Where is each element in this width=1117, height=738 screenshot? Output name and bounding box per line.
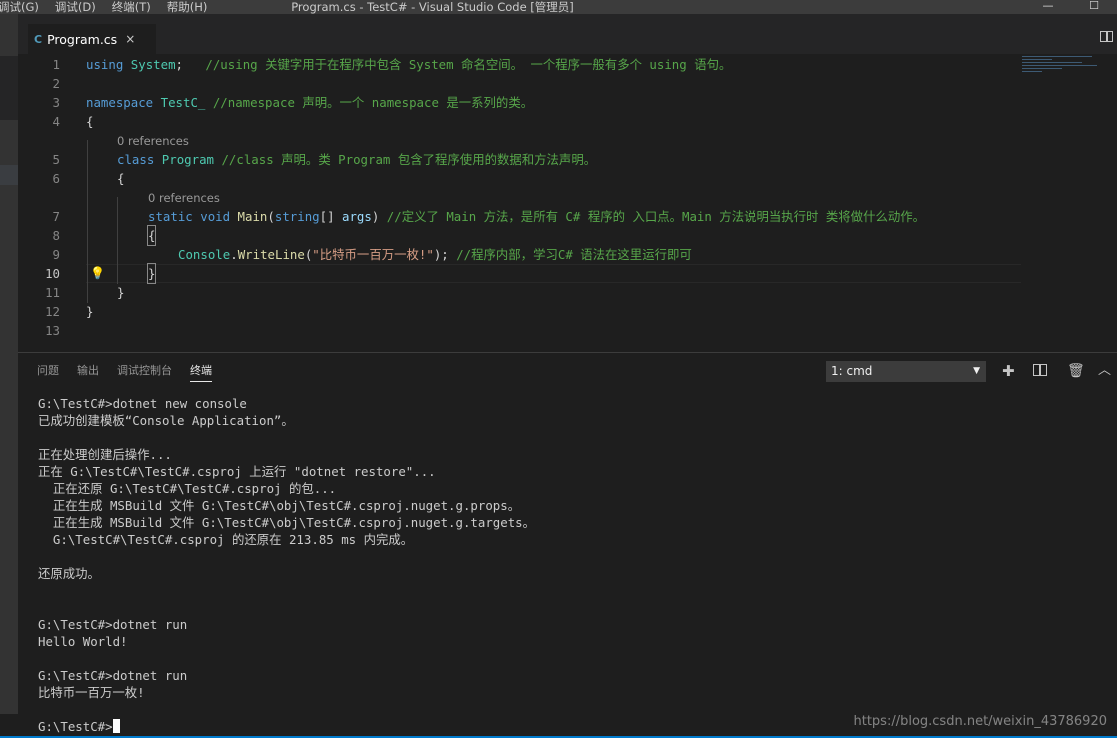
type-name: TestC_: [160, 95, 206, 110]
code-line-1: using System; //using 关键字用于在程序中包含 System…: [18, 55, 1028, 74]
tab-debug-console[interactable]: 调试控制台: [117, 361, 172, 382]
chevron-up-icon[interactable]: ︿: [1098, 362, 1111, 380]
brace-match: {: [146, 225, 157, 246]
keyword: class: [117, 152, 155, 167]
activity-item-active[interactable]: [0, 165, 18, 185]
window-controls: — ☐: [1025, 0, 1117, 14]
minimap[interactable]: [1022, 56, 1102, 78]
trash-icon[interactable]: 🗑: [1067, 362, 1085, 380]
editor-tab-bar: C Program.cs ×: [18, 14, 1117, 54]
terminal-line: G:\TestC#>dotnet run: [38, 617, 188, 632]
type-name: Program: [161, 152, 214, 167]
punctuation: ;: [175, 57, 206, 72]
split-editor-icon[interactable]: [1100, 31, 1113, 42]
keyword: static: [148, 209, 193, 224]
punctuation: []: [319, 209, 343, 224]
code-line-7: static void Main(string[] args) //定义了 Ma…: [18, 207, 1028, 226]
maximize-button[interactable]: ☐: [1071, 0, 1117, 14]
code-line-9: Console.WriteLine("比特币一百万一枚!"); //程序内部，学…: [18, 245, 1028, 264]
panel-tabs: 问题 输出 调试控制台 终端: [37, 361, 230, 382]
terminal-prompt: G:\TestC#>: [38, 718, 535, 735]
minimize-button[interactable]: —: [1025, 0, 1071, 14]
code-line-12: }: [18, 302, 1028, 321]
comment: //namespace 声明。一个 namespace 是一系列的类。: [212, 95, 534, 110]
codelens-references[interactable]: 0 references: [148, 191, 220, 205]
brace-match: }: [146, 263, 157, 284]
type-name: System: [130, 57, 176, 72]
terminal-output[interactable]: G:\TestC#>dotnet new console 已成功创建模板“Cons…: [38, 395, 535, 735]
dropdown-arrow-icon: ▼: [973, 366, 980, 376]
activity-bar: [0, 14, 18, 714]
terminal-line: 比特币一百万一枚!: [38, 685, 145, 700]
codelens-references[interactable]: 0 references: [117, 134, 189, 148]
new-terminal-icon[interactable]: ✚: [1002, 362, 1015, 380]
terminal-line: 正在处理创建后操作...: [38, 447, 172, 462]
keyword: using: [86, 57, 124, 72]
line-number: 2: [52, 76, 60, 91]
brace: {: [117, 171, 125, 186]
close-tab-icon[interactable]: ×: [125, 32, 135, 46]
terminal-line: 正在生成 MSBuild 文件 G:\TestC#\obj\TestC#.csp…: [38, 515, 536, 530]
bottom-panel: 问题 输出 调试控制台 终端 1: cmd ▼ ✚ 🗑 ︿ G:\TestC#>…: [18, 352, 1117, 738]
punctuation: .: [230, 247, 238, 262]
title-bar: 调试(G) 调试(D) 终端(T) 帮助(H) Program.cs - Tes…: [0, 0, 1117, 14]
comment: //程序内部，学习C# 语法在这里运行即可: [456, 247, 692, 262]
watermark-text: https://blog.csdn.net/weixin_43786920: [853, 714, 1107, 729]
terminal-cursor: [112, 719, 120, 733]
code-line-8: {: [18, 225, 1028, 246]
punctuation: );: [433, 247, 457, 262]
terminal-select[interactable]: 1: cmd ▼: [826, 361, 986, 382]
code-line-5: class Program //class 声明。类 Program 包含了程序…: [18, 150, 1028, 169]
string-literal: "比特币一百万一枚!": [312, 247, 434, 262]
code-line-11: }: [18, 283, 1028, 302]
activity-item[interactable]: [0, 56, 18, 120]
code-line-6: {: [18, 169, 1028, 188]
terminal-line: G:\TestC#\TestC#.csproj 的还原在 213.85 ms 内…: [38, 532, 414, 547]
keyword: string: [274, 209, 320, 224]
function-name: WriteLine: [237, 247, 305, 262]
code-line-3: namespace TestC_ //namespace 声明。一个 names…: [18, 93, 1028, 112]
tab-label: Program.cs: [47, 31, 118, 47]
tab-output[interactable]: 输出: [77, 361, 99, 382]
brace: {: [86, 114, 94, 129]
brace: }: [117, 285, 125, 300]
window-title: Program.cs - TestC# - Visual Studio Code…: [291, 0, 574, 14]
terminal-line: 已成功创建模板“Console Application”。: [38, 413, 294, 428]
comment: //using 关键字用于在程序中包含 System 命名空间。 一个程序一般有…: [205, 57, 732, 72]
terminal-line: 正在还原 G:\TestC#\TestC#.csproj 的包...: [38, 481, 337, 496]
comment: //class 声明。类 Program 包含了程序使用的数据和方法声明。: [221, 152, 597, 167]
function-name: Main: [237, 209, 268, 224]
comment: //定义了 Main 方法，是所有 C# 程序的 入口点。Main 方法说明当执…: [386, 209, 926, 224]
terminal-line: G:\TestC#>dotnet run: [38, 668, 188, 683]
keyword: void: [200, 209, 231, 224]
terminal-line: G:\TestC#>dotnet new console: [38, 396, 247, 411]
code-line-4: {: [18, 112, 1028, 131]
code-editor[interactable]: 💡 1 2 3 4 5 6 7 8 9 10 11 12 13 using Sy…: [18, 54, 1117, 352]
keyword: namespace: [86, 95, 154, 110]
tab-problems[interactable]: 问题: [37, 361, 59, 382]
punctuation: ): [371, 209, 387, 224]
terminal-line: 正在 G:\TestC#\TestC#.csproj 上运行 "dotnet r…: [38, 464, 436, 479]
brace: }: [86, 304, 94, 319]
code-line-10: }: [18, 263, 1028, 284]
terminal-line: 正在生成 MSBuild 文件 G:\TestC#\obj\TestC#.csp…: [38, 498, 521, 513]
type-name: Console: [178, 247, 231, 262]
terminal-line: Hello World!: [38, 634, 128, 649]
terminal-line: 还原成功。: [38, 566, 100, 581]
tab-program-cs[interactable]: C Program.cs ×: [28, 24, 156, 54]
parameter: args: [342, 209, 372, 224]
tab-terminal[interactable]: 终端: [190, 361, 212, 382]
csharp-file-icon: C: [34, 32, 43, 46]
line-number: 13: [45, 323, 60, 338]
terminal-select-value: 1: cmd: [831, 364, 873, 378]
split-terminal-icon[interactable]: [1033, 364, 1047, 376]
punctuation: (: [267, 209, 275, 224]
